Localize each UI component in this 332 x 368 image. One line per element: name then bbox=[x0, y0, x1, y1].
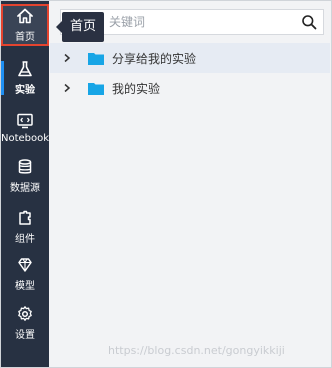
tree-item-label: 分享给我的实验 bbox=[112, 51, 197, 66]
home-tooltip: 首页 bbox=[55, 12, 105, 42]
chevron-right-icon[interactable] bbox=[62, 83, 72, 93]
sidebar-item-label: 数据源 bbox=[10, 183, 40, 194]
flask-icon bbox=[18, 61, 32, 77]
model-icon bbox=[18, 258, 32, 272]
tree-item-my-experiments[interactable]: 我的实验 bbox=[50, 73, 330, 103]
sidebar-item-model[interactable]: 模型 bbox=[1, 253, 49, 295]
tree-item-shared-experiments[interactable]: 分享给我的实验 bbox=[50, 43, 330, 73]
component-icon bbox=[19, 210, 31, 225]
experiment-panel: 分享给我的实验 我的实验 bbox=[50, 1, 332, 367]
home-icon bbox=[17, 8, 33, 24]
tree-item-label: 我的实验 bbox=[112, 81, 161, 96]
sidebar-item-notebook[interactable]: Notebook bbox=[1, 107, 49, 149]
sidebar-item-label: 模型 bbox=[15, 281, 35, 292]
sidebar-item-label: 实验 bbox=[15, 85, 35, 96]
sidebar-item-label: 首页 bbox=[15, 32, 35, 43]
chevron-right-icon[interactable] bbox=[62, 53, 72, 63]
folder-icon bbox=[88, 82, 104, 95]
sidebar-item-label: 组件 bbox=[15, 234, 35, 245]
sidebar-item-label: Notebook bbox=[0, 133, 50, 144]
search-icon[interactable] bbox=[301, 14, 317, 30]
sidebar-item-label: 设置 bbox=[15, 330, 35, 341]
watermark: https://blog.csdn.net/gongyikkiji bbox=[108, 344, 285, 357]
sidebar-item-components[interactable]: 组件 bbox=[1, 206, 49, 248]
sidebar-item-experiment[interactable]: 实验 bbox=[1, 57, 49, 99]
folder-icon bbox=[88, 52, 104, 65]
sidebar-item-home[interactable]: 首页 bbox=[1, 4, 49, 46]
sidebar-item-settings[interactable]: 设置 bbox=[1, 302, 49, 344]
gear-icon bbox=[18, 306, 32, 321]
database-icon bbox=[18, 159, 32, 174]
sidebar: 首页 实验 Notebook 数据源 组件 模型 设置 bbox=[1, 1, 49, 367]
sidebar-item-datasource[interactable]: 数据源 bbox=[1, 155, 49, 197]
notebook-icon bbox=[17, 113, 33, 129]
